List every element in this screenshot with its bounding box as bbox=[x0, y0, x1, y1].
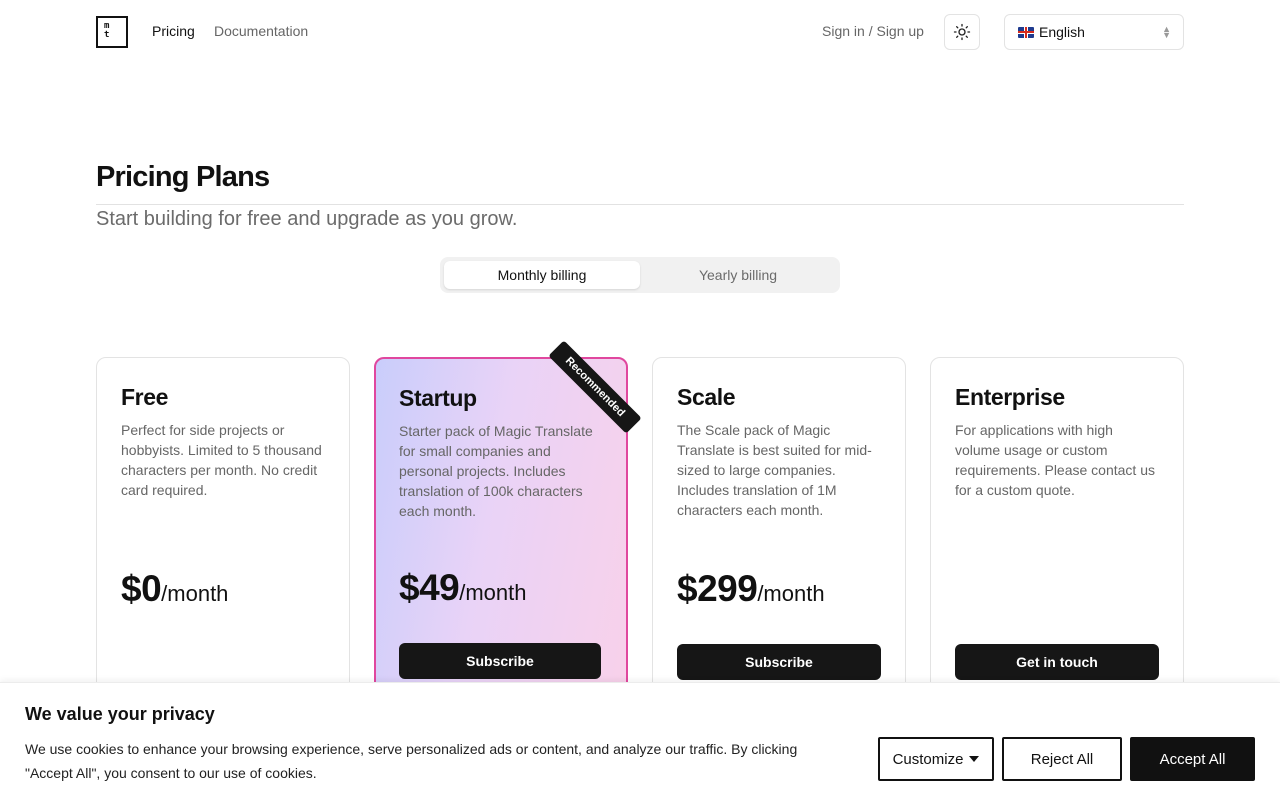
nav-documentation-link[interactable]: Documentation bbox=[214, 23, 308, 39]
billing-period-toggle: Monthly billing Yearly billing bbox=[440, 257, 840, 293]
sign-in-link[interactable]: Sign in / Sign up bbox=[822, 23, 924, 39]
plan-price-period: /month bbox=[161, 581, 229, 606]
chevron-up-down-icon: ▲ ▼ bbox=[1162, 24, 1171, 40]
plan-price-amount: $299 bbox=[677, 568, 758, 609]
nav-pricing-link[interactable]: Pricing bbox=[152, 23, 195, 39]
recommended-ribbon: Recommended bbox=[540, 340, 642, 440]
plan-description: The Scale pack of Magic Translate is bes… bbox=[677, 422, 872, 518]
theme-toggle-button[interactable] bbox=[944, 14, 980, 50]
plan-price-period: /month bbox=[459, 580, 527, 605]
cookie-customize-button[interactable]: Customize bbox=[878, 737, 994, 781]
page: m t Pricing Documentation Sign in / Sign… bbox=[0, 0, 1280, 800]
logo[interactable]: m t bbox=[96, 16, 128, 48]
monthly-billing-tab[interactable]: Monthly billing bbox=[444, 261, 640, 289]
cookie-title: We value your privacy bbox=[25, 704, 215, 724]
subscribe-scale-button[interactable]: Subscribe bbox=[677, 644, 881, 680]
plan-price-amount: $0 bbox=[121, 568, 162, 609]
plan-price-period: /month bbox=[757, 581, 825, 606]
get-in-touch-button[interactable]: Get in touch bbox=[955, 644, 1159, 680]
recommended-badge: Recommended bbox=[548, 340, 642, 434]
plan-description: Perfect for side projects or hobbyists. … bbox=[121, 422, 322, 498]
subscribe-startup-button[interactable]: Subscribe bbox=[399, 643, 601, 679]
plan-name: Enterprise bbox=[955, 384, 1065, 410]
yearly-billing-tab[interactable]: Yearly billing bbox=[640, 261, 836, 289]
plan-description: Starter pack of Magic Translate for smal… bbox=[399, 423, 593, 519]
cookie-accept-all-button[interactable]: Accept All bbox=[1130, 737, 1255, 781]
top-navbar: m t Pricing Documentation Sign in / Sign… bbox=[96, 14, 1184, 50]
plan-price-amount: $49 bbox=[399, 567, 460, 608]
cookie-reject-all-button[interactable]: Reject All bbox=[1002, 737, 1122, 781]
plan-card-scale: Scale The Scale pack of Magic Translate … bbox=[652, 357, 906, 697]
language-select[interactable]: English ▲ ▼ bbox=[1004, 14, 1184, 50]
plan-card-enterprise: Enterprise For applications with high vo… bbox=[930, 357, 1184, 697]
plan-price: $299/month bbox=[677, 568, 825, 610]
plan-price: $49/month bbox=[399, 567, 527, 609]
page-title: Pricing Plans bbox=[96, 161, 270, 193]
page-subtitle: Start building for free and upgrade as y… bbox=[96, 208, 518, 230]
cookie-consent-banner: We value your privacy We use cookies to … bbox=[0, 682, 1280, 800]
plan-name: Scale bbox=[677, 384, 736, 410]
plan-description: For applications with high volume usage … bbox=[955, 422, 1155, 498]
language-selected-value: English bbox=[1039, 24, 1085, 40]
plan-name: Free bbox=[121, 384, 168, 410]
caret-down-icon bbox=[969, 756, 980, 762]
customize-label: Customize bbox=[892, 750, 964, 768]
logo-letter-bottom: t bbox=[104, 30, 110, 40]
uk-flag-icon bbox=[1018, 26, 1034, 38]
plan-card-free: Free Perfect for side projects or hobbyi… bbox=[96, 357, 350, 697]
sun-icon bbox=[953, 23, 971, 41]
title-divider bbox=[96, 204, 1184, 205]
cookie-description: We use cookies to enhance your browsing … bbox=[25, 741, 798, 781]
plan-price: $0/month bbox=[121, 568, 228, 610]
